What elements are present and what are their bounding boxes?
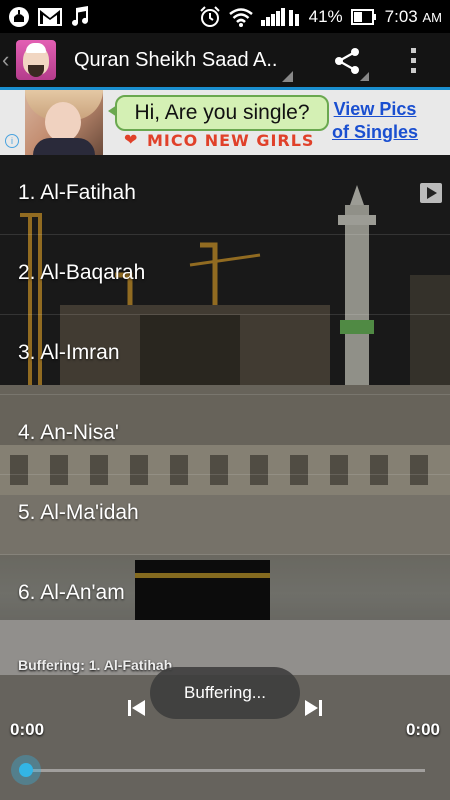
page-title: Quran Sheikh Saad A.. bbox=[74, 48, 278, 71]
surah-label: 5. Al-Ma'idah bbox=[18, 501, 139, 524]
action-bar: ‹ Quran Sheikh Saad A.. bbox=[0, 33, 450, 90]
share-corner-icon bbox=[360, 72, 369, 81]
ad-brand: MICO NEW GIRLS bbox=[147, 131, 315, 150]
surah-label: 4. An-Nisa' bbox=[18, 421, 119, 444]
wifi-icon bbox=[228, 7, 253, 27]
ad-photo bbox=[25, 90, 103, 155]
ad-headline: Hi, Are you single? bbox=[115, 95, 329, 131]
ad-link-line-1: View Pics bbox=[333, 99, 417, 119]
surah-item-3[interactable]: 3. Al-Imran bbox=[0, 315, 450, 395]
battery-percent: 41% bbox=[308, 6, 343, 26]
gmail-icon bbox=[38, 7, 62, 26]
status-bar-right: 41% 7:03 AM bbox=[199, 5, 442, 28]
more-vert-icon bbox=[411, 48, 416, 73]
mosque-notification-icon bbox=[8, 6, 30, 28]
status-bar: 41% 7:03 AM bbox=[0, 0, 450, 33]
skip-next-icon bbox=[305, 700, 322, 716]
surah-label: 2. Al-Baqarah bbox=[18, 261, 146, 284]
time-total: 0:00 bbox=[405, 720, 440, 739]
app-icon[interactable] bbox=[16, 40, 56, 80]
share-icon bbox=[335, 48, 359, 74]
status-bar-left bbox=[8, 5, 90, 28]
clock-ampm: AM bbox=[422, 9, 443, 25]
ad-info-icon[interactable]: i bbox=[5, 134, 19, 148]
music-note-icon bbox=[70, 5, 90, 28]
play-icon[interactable] bbox=[420, 183, 442, 203]
ad-banner[interactable]: i Hi, Are you single? ❤ MICO NEW GIRLS V… bbox=[0, 90, 450, 155]
previous-button[interactable] bbox=[127, 699, 147, 717]
surah-item-6[interactable]: 6. Al-An'am bbox=[0, 555, 450, 635]
surah-label: 6. Al-An'am bbox=[18, 581, 125, 604]
back-chevron-icon[interactable]: ‹ bbox=[2, 47, 14, 73]
surah-item-1[interactable]: 1. Al-Fatihah bbox=[0, 155, 450, 235]
clock: 7:03 AM bbox=[385, 7, 442, 27]
overflow-menu-button[interactable] bbox=[396, 39, 432, 83]
next-button[interactable] bbox=[303, 699, 323, 717]
battery-icon bbox=[350, 8, 377, 25]
surah-item-2[interactable]: 2. Al-Baqarah bbox=[0, 235, 450, 315]
buffering-toast: Buffering... bbox=[150, 667, 300, 719]
clock-time: 7:03 bbox=[384, 6, 418, 26]
skip-previous-icon bbox=[128, 700, 145, 716]
heart-icon: ❤ bbox=[124, 132, 138, 149]
share-button[interactable] bbox=[325, 39, 369, 83]
sheikh-portrait-icon bbox=[23, 43, 49, 77]
signal-icon bbox=[260, 7, 301, 26]
time-elapsed: 0:00 bbox=[10, 720, 45, 739]
surah-label: 1. Al-Fatihah bbox=[18, 181, 136, 204]
spinner-indicator-icon bbox=[282, 71, 293, 82]
ad-link[interactable]: View Pics of Singles bbox=[330, 98, 420, 144]
surah-label: 3. Al-Imran bbox=[18, 341, 120, 364]
surah-item-4[interactable]: 4. An-Nisa' bbox=[0, 395, 450, 475]
seek-thumb[interactable] bbox=[11, 755, 41, 785]
ad-link-line-2: of Singles bbox=[331, 122, 418, 142]
alarm-icon bbox=[199, 5, 221, 28]
seek-bar[interactable] bbox=[25, 769, 425, 772]
surah-item-5[interactable]: 5. Al-Ma'idah bbox=[0, 475, 450, 555]
buffer-status-text: Buffering: 1. Al-Fatihah bbox=[18, 657, 173, 673]
